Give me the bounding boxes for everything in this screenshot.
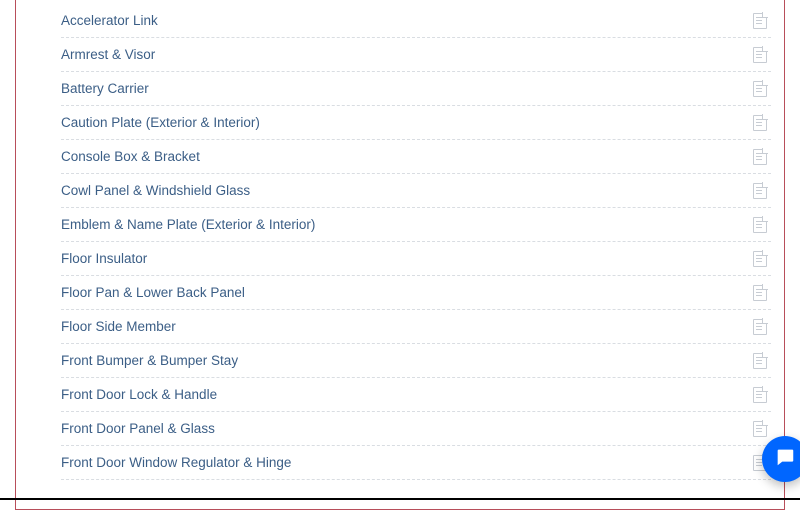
category-link[interactable]: Accelerator Link: [61, 13, 158, 28]
document-icon: [753, 217, 767, 233]
document-icon: [753, 353, 767, 369]
category-link[interactable]: Armrest & Visor: [61, 47, 155, 62]
category-link[interactable]: Floor Pan & Lower Back Panel: [61, 285, 245, 300]
list-item[interactable]: Console Box & Bracket: [61, 140, 771, 174]
chat-button[interactable]: [762, 436, 800, 482]
list-item[interactable]: Front Door Window Regulator & Hinge: [61, 446, 771, 480]
category-link[interactable]: Front Bumper & Bumper Stay: [61, 353, 238, 368]
document-icon: [753, 251, 767, 267]
category-link[interactable]: Front Door Window Regulator & Hinge: [61, 455, 291, 470]
chat-bubble-icon: [774, 446, 796, 473]
document-icon: [753, 387, 767, 403]
list-item[interactable]: Cowl Panel & Windshield Glass: [61, 174, 771, 208]
list-item[interactable]: Front Bumper & Bumper Stay: [61, 344, 771, 378]
list-item[interactable]: Caution Plate (Exterior & Interior): [61, 106, 771, 140]
category-link[interactable]: Battery Carrier: [61, 81, 149, 96]
list-item[interactable]: Battery Carrier: [61, 72, 771, 106]
category-link[interactable]: Floor Insulator: [61, 251, 147, 266]
document-icon: [753, 81, 767, 97]
category-list: Accelerator Link Armrest & Visor Battery C…: [61, 4, 771, 480]
category-link[interactable]: Emblem & Name Plate (Exterior & Interior…: [61, 217, 315, 232]
list-item[interactable]: Front Door Lock & Handle: [61, 378, 771, 412]
list-item[interactable]: Emblem & Name Plate (Exterior & Interior…: [61, 208, 771, 242]
list-item[interactable]: Floor Pan & Lower Back Panel: [61, 276, 771, 310]
category-link[interactable]: Caution Plate (Exterior & Interior): [61, 115, 260, 130]
category-link[interactable]: Floor Side Member: [61, 319, 176, 334]
category-link[interactable]: Cowl Panel & Windshield Glass: [61, 183, 250, 198]
category-link[interactable]: Front Door Lock & Handle: [61, 387, 217, 402]
document-icon: [753, 319, 767, 335]
category-link[interactable]: Console Box & Bracket: [61, 149, 200, 164]
document-icon: [753, 183, 767, 199]
document-icon: [753, 149, 767, 165]
document-icon: [753, 47, 767, 63]
list-item[interactable]: Armrest & Visor: [61, 38, 771, 72]
list-item[interactable]: Accelerator Link: [61, 4, 771, 38]
list-item[interactable]: Front Door Panel & Glass: [61, 412, 771, 446]
document-icon: [753, 115, 767, 131]
list-item[interactable]: Floor Side Member: [61, 310, 771, 344]
document-icon: [753, 285, 767, 301]
content-panel: Accelerator Link Armrest & Visor Battery C…: [15, 0, 785, 510]
category-link[interactable]: Front Door Panel & Glass: [61, 421, 215, 436]
list-item[interactable]: Floor Insulator: [61, 242, 771, 276]
document-icon: [753, 421, 767, 437]
document-icon: [753, 13, 767, 29]
